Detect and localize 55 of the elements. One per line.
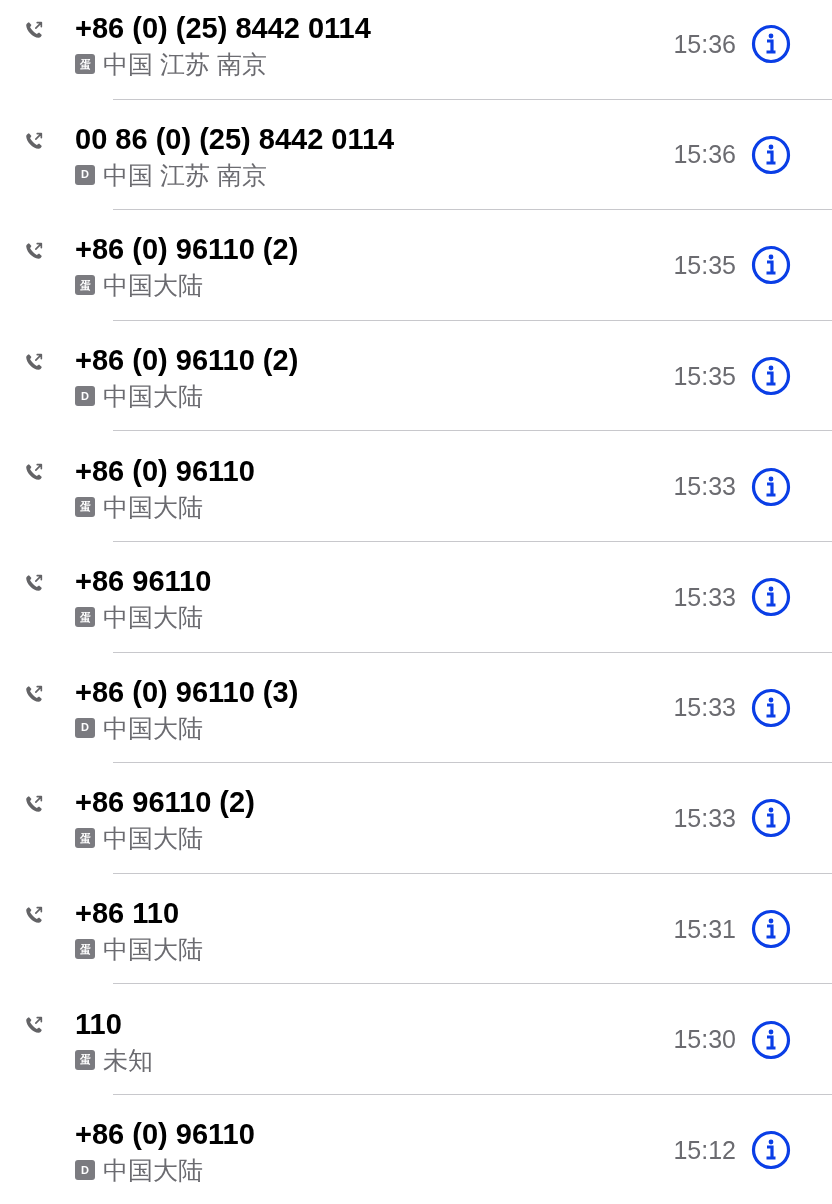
sim-badge: D bbox=[75, 1160, 95, 1181]
info-icon[interactable] bbox=[751, 466, 791, 507]
info-icon[interactable] bbox=[751, 798, 791, 839]
call-time: 15:33 bbox=[673, 803, 736, 833]
call-time: 15:35 bbox=[673, 251, 736, 280]
call-time: 15:36 bbox=[673, 29, 736, 59]
phone-number: +86 110 bbox=[75, 896, 181, 931]
info-icon[interactable] bbox=[751, 687, 791, 728]
phone-number: +86 (0) 96110 (2) bbox=[75, 232, 300, 267]
sim-badge: 蛋 bbox=[75, 275, 95, 296]
phone-number: 00 86 (0) (25) 8442 0114 bbox=[75, 121, 396, 156]
info-icon[interactable] bbox=[751, 909, 791, 950]
phone-number: +86 (0) 96110 (3) bbox=[75, 674, 300, 709]
call-time: 15:12 bbox=[673, 1135, 736, 1165]
call-time: 15:31 bbox=[673, 914, 736, 944]
call-time: 15:30 bbox=[673, 1025, 736, 1055]
sim-badge: D bbox=[75, 164, 95, 185]
location-label: 中国大陆 bbox=[103, 934, 203, 965]
sim-badge: D bbox=[75, 386, 95, 407]
location-label: 中国大陆 bbox=[103, 712, 203, 743]
sim-badge: 蛋 bbox=[75, 496, 95, 517]
location-label: 中国大陆 bbox=[103, 491, 203, 522]
sim-badge: 蛋 bbox=[75, 607, 95, 628]
info-icon[interactable] bbox=[751, 245, 791, 286]
sim-badge: 蛋 bbox=[75, 828, 95, 849]
location-label: 中国大陆 bbox=[103, 381, 203, 412]
phone-number: +86 96110 (2) bbox=[75, 785, 256, 820]
sim-badge: D bbox=[75, 717, 95, 738]
location-label: 未知 bbox=[103, 1044, 153, 1075]
phone-number: 110 bbox=[75, 1006, 123, 1041]
location-label: 中国 江苏 南京 bbox=[103, 49, 267, 80]
info-icon[interactable] bbox=[751, 356, 791, 397]
call-time: 15:35 bbox=[673, 361, 736, 391]
location-label: 中国大陆 bbox=[103, 270, 203, 301]
phone-number: +86 96110 bbox=[75, 564, 213, 599]
call-time: 15:33 bbox=[673, 582, 736, 612]
sim-badge: 蛋 bbox=[75, 939, 95, 960]
location-label: 中国 江苏 南京 bbox=[103, 159, 267, 190]
sim-badge: 蛋 bbox=[75, 1049, 95, 1070]
phone-number: +86 (0) 96110 bbox=[75, 453, 256, 488]
info-icon[interactable] bbox=[751, 1019, 791, 1060]
phone-number: +86 (0) 96110 (2) bbox=[75, 343, 300, 378]
sim-badge: 蛋 bbox=[75, 54, 95, 75]
info-icon[interactable] bbox=[751, 134, 791, 175]
call-time: 15:33 bbox=[673, 693, 736, 723]
location-label: 中国大陆 bbox=[103, 1155, 203, 1186]
location-label: 中国大陆 bbox=[103, 602, 203, 633]
location-label: 中国大陆 bbox=[103, 823, 203, 854]
info-icon[interactable] bbox=[751, 577, 791, 618]
phone-number: +86 (0) 96110 bbox=[75, 1117, 256, 1152]
phone-number: +86 (0) (25) 8442 0114 bbox=[75, 11, 372, 46]
call-time: 15:33 bbox=[673, 472, 736, 502]
info-icon[interactable] bbox=[751, 24, 791, 65]
info-icon[interactable] bbox=[751, 1130, 791, 1171]
call-time: 15:36 bbox=[673, 140, 736, 170]
